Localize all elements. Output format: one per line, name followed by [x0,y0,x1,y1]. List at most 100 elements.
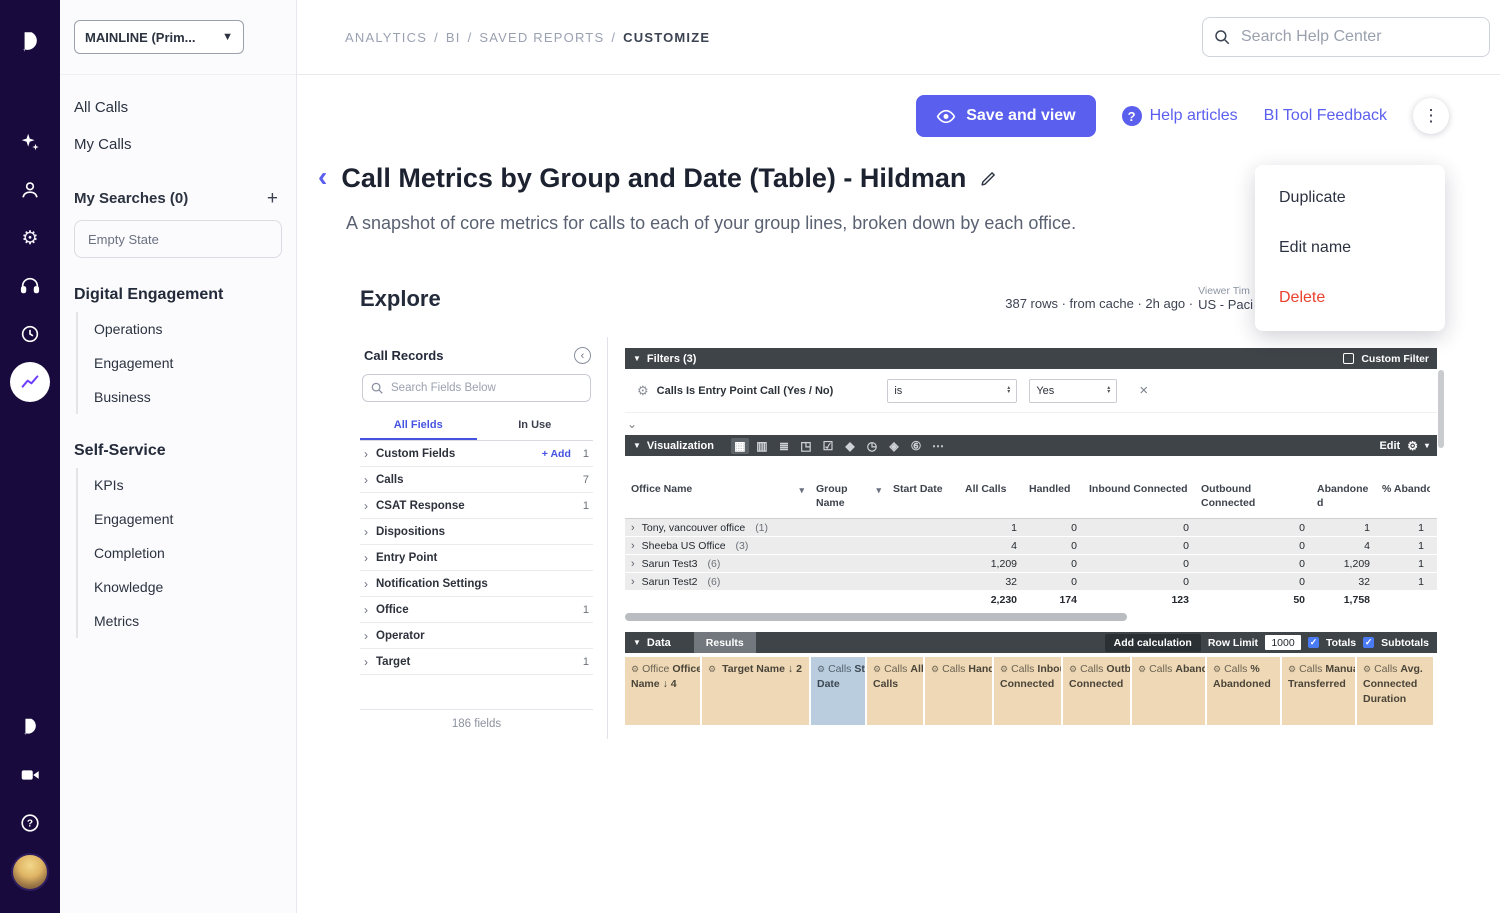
tab-all-fields[interactable]: All Fields [360,412,477,440]
data-header-abandoned[interactable]: ⚙CallsAbandoned [1132,657,1207,725]
map-chart-icon[interactable]: ◈ [885,438,903,454]
field-group-dispositions[interactable]: › Dispositions [360,519,593,545]
filter-value-select[interactable]: Yes ▴▾ [1029,379,1117,403]
dialpad-logo-icon[interactable] [10,22,50,62]
breadcrumb-bi[interactable]: BI [446,30,461,45]
filter-operator-select[interactable]: is ▴▾ [887,379,1017,403]
row-limit-input[interactable] [1265,635,1301,650]
edit-title-pencil-icon[interactable] [980,170,997,192]
sidebar-item-ss-engagement[interactable]: Engagement [78,502,282,536]
horizontal-scrollbar-thumb[interactable] [625,613,1127,621]
field-group-csat-response[interactable]: › CSAT Response 1 [360,493,593,519]
caret-down-icon[interactable]: ▾ [1425,441,1429,450]
expand-row-icon[interactable]: › [631,558,635,570]
results-tab[interactable]: Results [694,632,756,653]
custom-filter-checkbox[interactable] [1343,353,1354,364]
ai-sparkles-icon[interactable] [10,122,50,162]
data-header-avg-connected-duration[interactable]: ⚙CallsAvg. Connected Duration [1357,657,1435,725]
bi-tool-feedback-link[interactable]: BI Tool Feedback [1264,107,1387,125]
single-value-icon[interactable]: ☑ [819,438,837,454]
column-header-outbound-connected[interactable]: Outbound Connected [1195,479,1311,518]
help-icon[interactable]: ? [10,803,50,843]
sidebar-item-operations[interactable]: Operations [78,312,282,346]
data-header-start-date[interactable]: ⚙CallsStart Date [811,657,867,725]
visualization-toggle[interactable]: ▼ Visualization [633,440,714,452]
column-header-start-date[interactable]: Start Date [887,479,959,518]
sidebar-item-engagement[interactable]: Engagement [78,346,282,380]
column-header-inbound-connected[interactable]: Inbound Connected [1083,479,1195,518]
data-header-outbound-connected[interactable]: ⚙CallsOutbound Connected [1063,657,1132,725]
breadcrumb-saved-reports[interactable]: SAVED REPORTS [479,30,604,45]
text-table-icon[interactable]: ≣ [775,438,793,454]
totals-checkbox[interactable]: ✓ [1308,637,1319,648]
field-group-notification-settings[interactable]: › Notification Settings [360,571,593,597]
add-custom-field-button[interactable]: + Add [542,448,571,460]
filters-toggle[interactable]: ▼ Filters (3) [633,353,696,365]
add-calculation-button[interactable]: Add calculation [1105,634,1201,652]
collapse-panel-icon[interactable]: ‹ [574,347,591,364]
data-header-office-name[interactable]: ⚙OfficeOffice Name↓ 4 [625,657,702,725]
more-options-button[interactable]: ⋮ [1413,98,1449,134]
column-header-pct-abandoned[interactable]: % Abandoned [1376,479,1430,518]
data-toggle[interactable]: ▼ Data [633,637,671,649]
menu-item-edit-name[interactable]: Edit name [1255,223,1445,273]
more-charts-icon[interactable]: ⋯ [929,438,947,454]
expand-filters-icon[interactable]: ⌄ [627,417,637,431]
column-header-group-name[interactable]: Group Name ▾ [810,479,887,518]
contacts-icon[interactable] [10,170,50,210]
sidebar-item-kpis[interactable]: KPIs [78,468,282,502]
data-header-target-name[interactable]: ⚙Target Name↓ 2 [702,657,811,725]
sidebar-item-business[interactable]: Business [78,380,282,414]
data-header-handled[interactable]: ⚙CallsHandled [925,657,994,725]
field-group-office[interactable]: › Office 1 [360,597,593,623]
save-and-view-button[interactable]: Save and view [916,95,1095,137]
column-header-abandoned[interactable]: Abandoned [1311,479,1376,518]
analytics-chart-icon[interactable] [10,362,50,402]
expand-row-icon[interactable]: › [631,522,635,534]
help-articles-link[interactable]: ? Help articles [1122,106,1238,126]
history-icon[interactable] [10,314,50,354]
subtotals-checkbox[interactable]: ✓ [1363,637,1374,648]
scatter-chart-icon[interactable]: ◳ [797,438,815,454]
sidebar-item-all-calls[interactable]: All Calls [74,89,282,126]
team-selector-dropdown[interactable]: MAINLINE (Prim... ▼ [74,20,244,54]
expand-row-icon[interactable]: › [631,576,635,588]
breadcrumb-analytics[interactable]: ANALYTICS [345,30,427,45]
sidebar-item-my-calls[interactable]: My Calls [74,126,282,163]
column-header-all-calls[interactable]: All Calls [959,479,1023,518]
tab-in-use[interactable]: In Use [477,412,594,440]
number-chart-icon[interactable]: ⑥ [907,438,925,454]
sidebar-item-metrics[interactable]: Metrics [78,604,282,638]
dialpad-mark-icon[interactable] [10,707,50,747]
field-group-custom-fields[interactable]: › Custom Fields + Add 1 [360,441,593,467]
menu-item-duplicate[interactable]: Duplicate [1255,173,1445,223]
meetings-video-icon[interactable] [10,755,50,795]
field-group-entry-point[interactable]: › Entry Point [360,545,593,571]
sidebar-item-completion[interactable]: Completion [78,536,282,570]
add-search-button[interactable]: + [263,189,282,208]
clock-chart-icon[interactable]: ◷ [863,438,881,454]
column-chart-icon[interactable]: ▥ [753,438,771,454]
menu-item-delete[interactable]: Delete [1255,273,1445,323]
data-header-all-calls[interactable]: ⚙CallsAll Calls [867,657,925,725]
sidebar-item-knowledge[interactable]: Knowledge [78,570,282,604]
viz-settings-gear-icon[interactable]: ⚙ [1407,439,1418,453]
data-header-manually-transferred[interactable]: ⚙CallsManually Transferred [1282,657,1357,725]
area-chart-icon[interactable]: ◆ [841,438,859,454]
column-header-handled[interactable]: Handled [1023,479,1083,518]
help-search-input[interactable] [1202,17,1490,57]
viz-edit-button[interactable]: Edit [1379,440,1400,452]
data-header-pct-abandoned[interactable]: ⚙Calls% Abandoned [1207,657,1282,725]
filter-gear-icon[interactable]: ⚙ [637,383,649,399]
remove-filter-icon[interactable]: × [1139,382,1148,399]
data-header-inbound-connected[interactable]: ⚙CallsInbound Connected [994,657,1063,725]
back-button[interactable]: ‹ [318,163,327,191]
column-header-office-name[interactable]: Office Name ▾ [625,479,810,518]
field-group-operator[interactable]: › Operator [360,623,593,649]
field-group-target[interactable]: › Target 1 [360,649,593,675]
vertical-scrollbar-thumb[interactable] [1438,370,1444,448]
settings-gear-icon[interactable]: ⚙ [10,218,50,258]
field-group-calls[interactable]: › Calls 7 [360,467,593,493]
user-avatar[interactable] [11,853,49,891]
expand-row-icon[interactable]: › [631,540,635,552]
